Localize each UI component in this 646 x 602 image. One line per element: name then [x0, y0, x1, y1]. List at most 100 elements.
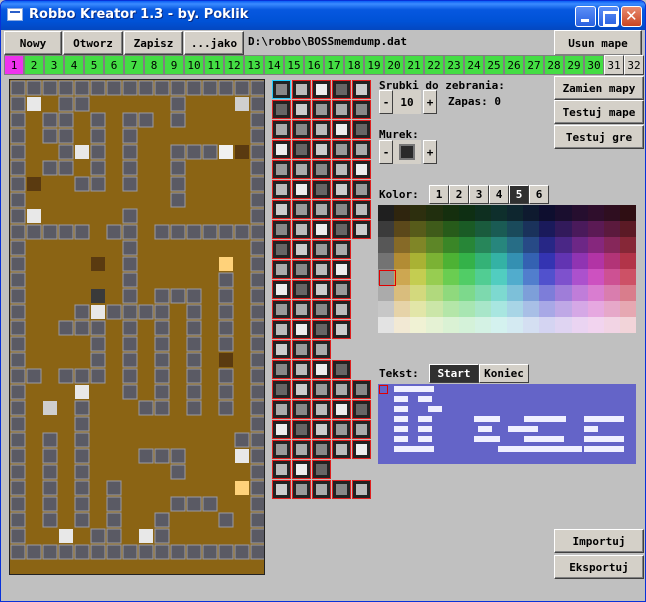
color-swatch[interactable] [410, 301, 427, 317]
color-swatch[interactable] [426, 205, 443, 221]
palette-tile[interactable] [272, 400, 291, 419]
level-tab-17[interactable]: 17 [324, 55, 344, 75]
color-tab-3[interactable]: 3 [469, 185, 489, 204]
palette-tile[interactable] [272, 360, 291, 379]
color-swatch[interactable] [555, 269, 572, 285]
color-swatch[interactable] [410, 237, 427, 253]
color-swatch[interactable] [571, 221, 588, 237]
minimize-button[interactable] [575, 6, 596, 27]
color-swatch[interactable] [507, 205, 524, 221]
level-tab-22[interactable]: 22 [424, 55, 444, 75]
palette-tile[interactable] [272, 380, 291, 399]
palette-tile[interactable] [312, 220, 331, 239]
palette-tile[interactable] [332, 320, 351, 339]
color-swatch[interactable] [458, 253, 475, 269]
color-swatch[interactable] [394, 221, 411, 237]
color-swatch[interactable] [523, 269, 540, 285]
palette-tile[interactable] [272, 420, 291, 439]
color-swatch[interactable] [442, 253, 459, 269]
palette-tile[interactable] [272, 240, 291, 259]
color-swatch[interactable] [619, 205, 636, 221]
color-swatch[interactable] [603, 301, 620, 317]
color-swatch[interactable] [523, 205, 540, 221]
palette-tile[interactable] [272, 300, 291, 319]
color-swatch[interactable] [442, 301, 459, 317]
palette-tile[interactable] [272, 140, 291, 159]
color-swatch[interactable] [507, 317, 524, 333]
palette-tile[interactable] [352, 200, 371, 219]
color-swatch[interactable] [603, 237, 620, 253]
text-preview[interactable] [378, 384, 636, 464]
color-swatch[interactable] [587, 253, 604, 269]
color-swatch[interactable] [458, 237, 475, 253]
palette-tile[interactable] [332, 180, 351, 199]
color-swatch[interactable] [523, 221, 540, 237]
palette-tile[interactable] [292, 420, 311, 439]
color-swatch[interactable] [619, 269, 636, 285]
color-swatch[interactable] [587, 301, 604, 317]
color-swatch[interactable] [539, 269, 556, 285]
palette-tile[interactable] [272, 220, 291, 239]
color-swatch[interactable] [555, 285, 572, 301]
palette-tile[interactable] [272, 100, 291, 119]
palette-tile[interactable] [352, 440, 371, 459]
level-tab-28[interactable]: 28 [544, 55, 564, 75]
palette-tile[interactable] [352, 160, 371, 179]
color-swatch[interactable] [539, 285, 556, 301]
palette-tile[interactable] [292, 200, 311, 219]
color-swatch[interactable] [571, 237, 588, 253]
color-swatch[interactable] [474, 253, 491, 269]
palette-tile[interactable] [292, 400, 311, 419]
color-swatch[interactable] [539, 237, 556, 253]
palette-tile[interactable] [332, 200, 351, 219]
palette-tile[interactable] [292, 100, 311, 119]
palette-tile[interactable] [292, 380, 311, 399]
color-swatch[interactable] [587, 237, 604, 253]
color-swatch[interactable] [507, 301, 524, 317]
screws-decrement[interactable]: - [379, 90, 393, 114]
color-swatch[interactable] [378, 253, 395, 269]
color-swatch[interactable] [587, 205, 604, 221]
title-bar[interactable]: Robbo Kreator 1.3 - by. Poklik [1, 1, 645, 30]
palette-tile[interactable] [272, 280, 291, 299]
color-swatch[interactable] [474, 237, 491, 253]
level-tab-18[interactable]: 18 [344, 55, 364, 75]
palette-tile[interactable] [352, 80, 371, 99]
color-swatch[interactable] [587, 221, 604, 237]
palette-tile[interactable] [312, 360, 331, 379]
palette-tile[interactable] [272, 320, 291, 339]
color-swatch[interactable] [474, 317, 491, 333]
color-swatch[interactable] [426, 285, 443, 301]
color-swatch[interactable] [507, 253, 524, 269]
color-swatch[interactable] [507, 221, 524, 237]
color-swatch[interactable] [523, 317, 540, 333]
palette-tile[interactable] [312, 400, 331, 419]
color-swatch[interactable] [539, 317, 556, 333]
level-tab-26[interactable]: 26 [504, 55, 524, 75]
palette-tile[interactable] [312, 120, 331, 139]
palette-tile[interactable] [272, 200, 291, 219]
color-swatch[interactable] [571, 301, 588, 317]
palette-tile[interactable] [332, 220, 351, 239]
color-swatch[interactable] [474, 285, 491, 301]
export-button[interactable]: Eksportuj [554, 555, 644, 579]
color-swatch[interactable] [507, 269, 524, 285]
color-swatch[interactable] [474, 221, 491, 237]
palette-tile[interactable] [312, 260, 331, 279]
color-swatch[interactable] [458, 317, 475, 333]
color-swatch[interactable] [619, 285, 636, 301]
palette-tile[interactable] [332, 260, 351, 279]
color-swatch[interactable] [394, 237, 411, 253]
level-tab-7[interactable]: 7 [124, 55, 144, 75]
level-tab-20[interactable]: 20 [384, 55, 404, 75]
color-swatch[interactable] [426, 237, 443, 253]
color-swatch[interactable] [619, 301, 636, 317]
color-swatch[interactable] [571, 253, 588, 269]
color-swatch[interactable] [394, 317, 411, 333]
palette-tile[interactable] [312, 280, 331, 299]
color-swatch[interactable] [394, 205, 411, 221]
level-tab-29[interactable]: 29 [564, 55, 584, 75]
palette-tile[interactable] [312, 340, 331, 359]
palette-tile[interactable] [272, 480, 291, 499]
palette-tile[interactable] [312, 460, 331, 479]
